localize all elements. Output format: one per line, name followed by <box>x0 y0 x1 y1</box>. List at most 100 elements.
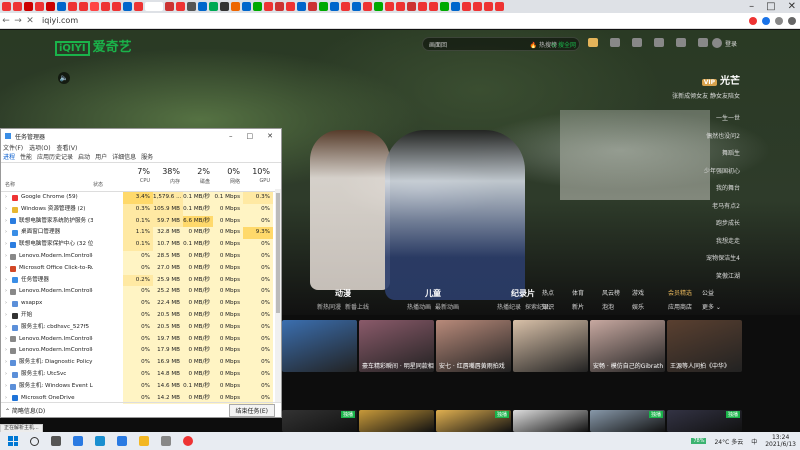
video-card[interactable]: 豪车精彩瞬间 · 明星同款相 <box>359 320 434 372</box>
browser-tab[interactable] <box>297 2 306 11</box>
chrome-icon[interactable] <box>183 436 193 446</box>
browser-tab[interactable] <box>57 2 66 11</box>
process-row[interactable]: ›联想电脑管家系统防护服务 (32...0.1%59.7 MB6.6 MB/秒0… <box>1 215 281 228</box>
mute-icon[interactable]: 🔈 <box>58 72 70 84</box>
notification-bell-icon[interactable] <box>676 38 686 47</box>
browser-tab[interactable] <box>176 2 185 11</box>
channel-link[interactable]: 泡泡 <box>602 302 630 311</box>
channel-link[interactable]: 风云榜 <box>602 288 630 297</box>
process-row[interactable]: › 服务主机: cbdhsvc_527f5 0% 20.5 MB 0 MB/秒 0 Mbp… <box>1 321 281 334</box>
process-row[interactable]: › Google Chrome (59) 3.4% 1,579.6 ... 0.1 MB… <box>1 192 281 204</box>
browser-tab[interactable] <box>341 2 350 11</box>
file-explorer-icon[interactable] <box>139 436 149 446</box>
process-row[interactable]: › wsappx 0% 22.4 MB 0 MB/秒 0 Mbps 0% <box>1 298 281 310</box>
browser-tab[interactable] <box>286 2 295 11</box>
charity-link[interactable]: 公益 <box>702 288 730 297</box>
video-card[interactable] <box>513 320 588 372</box>
more-link[interactable]: 更多 ⌄ <box>702 302 730 311</box>
browser-tab[interactable] <box>35 2 44 11</box>
tab-processes[interactable]: 进程 <box>3 152 15 162</box>
process-row[interactable]: › 任务管理器 0.2% 25.9 MB 0 MB/秒 0 Mbps 0% <box>1 274 281 287</box>
expand-icon[interactable]: › <box>5 345 7 357</box>
battery-indicator[interactable]: 78% <box>691 438 707 444</box>
hero-list-item[interactable]: 笑傲江湖 <box>672 268 740 286</box>
column-name[interactable]: 名称 <box>1 163 93 191</box>
hero-list-item[interactable]: 跑步成长 <box>672 215 740 233</box>
fewer-details-button[interactable]: ⌃ 简略信息(D) <box>5 406 45 415</box>
search-icon[interactable] <box>30 436 39 446</box>
browser-tab[interactable] <box>123 2 132 11</box>
channel-label[interactable]: 动漫 <box>298 288 388 299</box>
cortana-icon[interactable] <box>95 436 105 446</box>
hero-list-item[interactable]: 老马有点2 <box>672 198 740 216</box>
browser-tab[interactable] <box>90 2 99 11</box>
channel-link[interactable]: 体育 <box>572 288 600 297</box>
process-row[interactable]: ›服务主机: Diagnostic Policy S...0%16.9 MB0 … <box>1 357 281 369</box>
browser-tab[interactable] <box>363 2 372 11</box>
browser-tab[interactable] <box>352 2 361 11</box>
process-row[interactable]: ›Lenovo.Modern.ImControlle...0%25.2 MB0 … <box>1 286 281 299</box>
app-store-link[interactable]: 应用商店 <box>668 302 696 311</box>
process-row[interactable]: › 联想电脑管家保护中心 (32 位) 0.1% 10.7 MB 0.1 MB/秒 0 M… <box>1 239 281 251</box>
expand-icon[interactable]: › <box>5 381 7 393</box>
hero-list-item[interactable]: 舞蹈生 <box>672 145 740 163</box>
process-row[interactable]: ›Lenovo.Modern.ImControlle...0%17.9 MB0 … <box>1 345 281 358</box>
vip-crown-icon[interactable] <box>588 38 598 47</box>
video-card[interactable]: 独播 <box>667 410 742 432</box>
maximize-button[interactable]: □ <box>247 132 254 140</box>
extension-icon[interactable] <box>749 16 757 25</box>
browser-tab[interactable] <box>451 2 460 11</box>
browser-tab-active[interactable] <box>145 2 163 11</box>
channel-link[interactable]: 新片 <box>572 302 600 311</box>
expand-icon[interactable]: › <box>5 227 9 239</box>
browser-tab[interactable] <box>112 2 121 11</box>
menu-view[interactable]: 查看(V) <box>57 143 78 152</box>
expand-icon[interactable]: › <box>5 286 7 298</box>
process-row[interactable]: ›Lenovo.Modern.ImControlle...0%28.5 MB0 … <box>1 250 281 263</box>
video-card[interactable]: 安七 · 红唇嘴唇黄雨拍戏 <box>436 320 511 372</box>
process-row[interactable]: › 服务主机: Windows Event Log 0% 14.6 MB 0.1 MB/… <box>1 380 281 393</box>
clock[interactable]: 13:24 2021/6/13 <box>765 434 796 448</box>
expand-icon[interactable]: › <box>5 192 9 204</box>
process-row[interactable]: › Windows 资源管理器 (2) 0.3% 105.9 MB 0.1 MB/秒 0 … <box>1 203 281 216</box>
browser-tab[interactable] <box>165 2 174 11</box>
video-card[interactable]: 独播 <box>282 410 357 432</box>
browser-tab[interactable] <box>187 2 196 11</box>
maximize-button[interactable]: □ <box>766 0 775 13</box>
login-link[interactable]: 登录 <box>712 38 737 48</box>
hero-list-item[interactable]: 少年强国初心 <box>672 163 740 181</box>
channel-sub-link[interactable]: 热播纪录 <box>497 302 521 311</box>
menu-options[interactable]: 选项(O) <box>29 143 50 152</box>
expand-icon[interactable]: › <box>5 204 9 216</box>
tab-app-history[interactable]: 应用历史记录 <box>37 152 73 162</box>
expand-icon[interactable]: › <box>5 334 7 346</box>
browser-tab[interactable] <box>418 2 427 11</box>
expand-icon[interactable]: › <box>5 275 9 287</box>
video-card[interactable]: 独播 <box>590 410 665 432</box>
browser-tab[interactable] <box>198 2 207 11</box>
channel-sub-link[interactable]: 新番上线 <box>345 302 369 311</box>
browser-tab[interactable] <box>462 2 471 11</box>
close-button[interactable]: ✕ <box>267 132 273 140</box>
hero-list-item[interactable]: 我想走走 <box>672 233 740 251</box>
stop-icon[interactable]: ✕ <box>24 16 36 26</box>
end-task-button[interactable]: 结束任务(E) <box>228 403 275 417</box>
expand-icon[interactable]: › <box>5 310 9 322</box>
expand-icon[interactable]: › <box>5 239 7 251</box>
menu-icon[interactable] <box>788 16 796 25</box>
process-row[interactable]: › 服务主机: UtcSvc 0% 14.8 MB 0 MB/秒 0 Mbps 0% <box>1 368 281 381</box>
tab-services[interactable]: 服务 <box>141 152 153 162</box>
tab-details[interactable]: 详细信息 <box>112 152 136 162</box>
column-status[interactable]: 状态 <box>93 163 123 191</box>
channel-sub-link[interactable]: 热播动画 <box>407 302 431 311</box>
settings-icon[interactable] <box>161 436 171 446</box>
expand-icon[interactable]: › <box>5 251 7 263</box>
history-icon[interactable] <box>698 38 708 47</box>
minimize-button[interactable]: – <box>749 0 754 13</box>
video-card[interactable]: 安畅 · 模仿自己的Gibrath <box>590 320 665 372</box>
channel-sub-link[interactable]: 最新动画 <box>435 302 459 311</box>
browser-tab[interactable] <box>473 2 482 11</box>
expand-icon[interactable]: › <box>5 216 7 228</box>
column-disk[interactable]: 2% 磁盘 <box>183 163 213 191</box>
expand-icon[interactable]: › <box>5 357 7 369</box>
